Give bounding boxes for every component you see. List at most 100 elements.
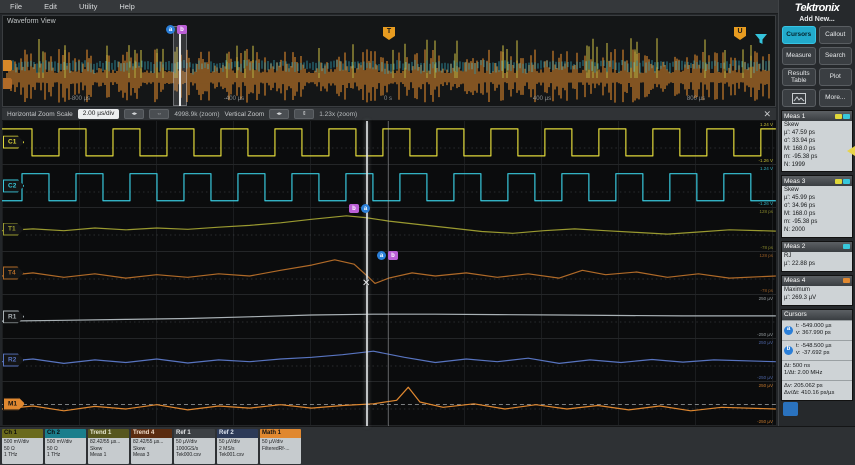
cursor-readout-values: Δt: 500 ns 1/Δt: 2.00 MHz <box>784 362 823 377</box>
tektronix-logo: Tektronix <box>794 2 840 14</box>
meas-panel-values: Maximum µ': 269.3 µV <box>782 285 852 305</box>
meas-panel-meas4[interactable]: Meas 4 Maximum µ': 269.3 µV <box>781 274 853 306</box>
scale-readout-bottom: -250 µV <box>757 331 773 337</box>
screenshot-button[interactable] <box>782 89 816 107</box>
badge-title: Trend 4 <box>131 429 172 438</box>
overview-left-handle-1[interactable] <box>3 60 12 71</box>
cursor-a-line[interactable] <box>366 121 368 426</box>
overview-cursor-line[interactable] <box>179 26 181 106</box>
meas-panel-title: Meas 2 <box>782 241 852 252</box>
sidebar-button-resultstable[interactable]: Results Table <box>782 68 816 86</box>
meas-panel-values: Skew µ': 47.59 ps σ': 33.94 ps M: 168.0 ps m… <box>782 121 852 172</box>
screenshot-icon <box>791 92 806 104</box>
h-zoom-scale-label: Horizontal Zoom Scale <box>7 110 73 118</box>
meas-panel-title: Meas 1 <box>782 111 852 121</box>
meas-panel-values: RJ µ': 22.88 ps <box>782 251 852 271</box>
cursor-b-badge[interactable]: b <box>349 204 359 213</box>
overview-left-handle-2[interactable] <box>3 78 12 89</box>
bottom-bar: Horizontal 200 µs/div Acquisition Single… <box>0 426 855 465</box>
sidebar-button-plot[interactable]: Plot <box>818 68 852 86</box>
meas-source-chips <box>843 278 850 284</box>
v-zoom-label: Vertical Zoom <box>224 110 265 118</box>
overview-axis-tick: -400 µs <box>223 96 245 102</box>
channel-badge-trend4[interactable]: Trend 4 82.42/55 µs... Skew Meas 3 <box>131 429 172 464</box>
right-sidebar: Tektronix Add New... Cursors Callout Measu… <box>778 0 855 426</box>
filter-funnel-icon[interactable] <box>755 34 767 45</box>
cursor-b-badge[interactable]: b <box>177 25 187 34</box>
channel-badge-math1[interactable]: Math 1 50 µV/div FilteredRf-... <box>260 429 301 464</box>
cursor-b-icon: b <box>784 345 793 355</box>
sidebar-button-cursors[interactable]: Cursors <box>782 26 816 44</box>
waveform-slice-r2: R2 250 µV -250 µV <box>2 338 776 383</box>
h-zoom-fit-button[interactable]: ⇔ <box>149 109 170 119</box>
cursors-panel-title: Cursors <box>782 309 852 320</box>
meas-panel-meas1[interactable]: Meas 1 Skew µ': 47.59 ps σ': 33.94 ps M: 168… <box>781 110 853 173</box>
cursor-a-badge[interactable]: a <box>361 204 370 213</box>
menu-item-help[interactable]: Help <box>119 2 134 11</box>
sidebar-button-callout[interactable]: Callout <box>818 26 852 44</box>
channel-badge-ch2[interactable]: Ch 2 500 mV/div 50 Ω1 THz <box>45 429 86 464</box>
menu-item-utility[interactable]: Utility <box>79 2 97 11</box>
meas-panel-meas3[interactable]: Meas 3 Skew µ': 45.99 ps σ': 34.96 ps M: 168… <box>781 175 853 238</box>
overview-cursor-badges[interactable]: a b <box>166 25 187 34</box>
cursor-a-badge[interactable]: a <box>377 251 386 260</box>
waveform-overview: Waveform View a b T U -800 µs -400 µs 0 s4… <box>2 15 776 107</box>
sidebar-button-measure[interactable]: Measure <box>782 47 816 65</box>
source-chip <box>843 113 850 119</box>
source-chip <box>843 244 850 250</box>
channel-badge-ref1[interactable]: Ref 1 50 µV/div 1000GS/s Tek000.csv <box>174 429 215 464</box>
h-zoom-step-button[interactable]: ◂▸ <box>124 109 145 119</box>
scale-readout-bottom: -250 µV <box>757 375 773 381</box>
cursor-b-line[interactable] <box>388 121 389 426</box>
badge-title: Ref 2 <box>217 429 258 438</box>
cursor-b-badge[interactable]: b <box>388 251 398 260</box>
overview-axis-tick: 800 µs <box>686 96 706 102</box>
channel-badge-ch1[interactable]: Ch 1 500 mV/div 50 Ω1 THz <box>2 429 43 464</box>
cursor-readout-values: t: -549.000 µs v: 367.990 ps <box>796 322 832 337</box>
channel-badge-trend1[interactable]: Trend 1 82.42/55 µs... Skew Meas 1 <box>88 429 129 464</box>
v-zoom-fit-button[interactable]: ⇕ <box>294 109 315 119</box>
badge-details: 500 mV/div 50 Ω1 THz <box>2 438 43 464</box>
cursor-readout-values: t: -548.500 µs v: -37.692 ps <box>796 342 832 357</box>
cursor-readout-row: a t: -549.000 µs v: 367.990 ps <box>782 319 852 340</box>
cursor-badge-pair-2[interactable]: a b <box>377 251 398 260</box>
cursor-a-badge[interactable]: a <box>166 25 175 34</box>
menu-item-edit[interactable]: Edit <box>44 2 57 11</box>
v-zoom-step-button[interactable]: ◂▸ <box>269 109 290 119</box>
cursor-readout-row: Δv: 205.062 ps Δv/Δt: 410.16 ps/µs <box>782 379 852 400</box>
meas-source-chips <box>843 244 850 250</box>
waveform-slice-c1: C1 1.24 V -1.26 V <box>2 121 776 165</box>
meas-source-chips <box>835 178 850 184</box>
sidebar-button-search[interactable]: Search <box>818 47 852 65</box>
scale-readout-bottom: -250 µV <box>757 419 773 425</box>
overview-axis-tick: 400 µs <box>532 96 552 102</box>
scale-readout-top: 1.24 V <box>759 122 773 127</box>
cursor-a-flag[interactable] <box>783 402 798 416</box>
cursor-a-icon: a <box>784 325 793 335</box>
meas-panel-values: Skew µ': 45.99 ps σ': 34.96 ps M: 168.0 ps m… <box>782 186 852 237</box>
cursor-readout-row: Δt: 500 ns 1/Δt: 2.00 MHz <box>782 359 852 380</box>
scale-readout-top: 128 ps <box>759 209 773 215</box>
meas-panel-title: Meas 3 <box>782 176 852 187</box>
overview-axis-tick: 0 s <box>383 96 393 102</box>
cursor-readout-row: b t: -548.500 µs v: -37.692 ps <box>782 339 852 360</box>
sidebar-button-more[interactable]: More... <box>818 89 852 107</box>
source-chip <box>835 113 842 119</box>
cursor-badge-pair-1[interactable]: b a <box>349 204 370 213</box>
cursor-readout-values: Δv: 205.062 ps Δv/Δt: 410.16 ps/µs <box>784 382 835 397</box>
cursor-intersection-marker[interactable]: ✕ <box>362 278 370 289</box>
channel-badge-ref2[interactable]: Ref 2 50 µV/div 2 MS/s Tek001.csv <box>217 429 258 464</box>
waveform-slice-t1: T1 128 ps -78 ps <box>2 208 776 252</box>
cursors-results-panel[interactable]: Cursors a t: -549.000 µs v: 367.990 ps b t: -… <box>781 308 853 401</box>
trigger-level-arrow[interactable] <box>847 146 855 156</box>
waveform-slice-m1: M1 250 µV -250 µV <box>2 382 776 427</box>
menu-item-file[interactable]: File <box>10 2 22 11</box>
zoom-close-icon[interactable]: ✕ <box>763 109 771 119</box>
badge-details: 50 µV/div 2 MS/s Tek001.csv <box>217 438 258 464</box>
h-zoom-readout: 4998.9k (zoom) <box>174 110 220 118</box>
scale-readout-top: 128 ps <box>759 252 773 258</box>
meas-panel-meas2[interactable]: Meas 2 RJ µ': 22.88 ps <box>781 240 853 272</box>
source-chip <box>843 278 850 284</box>
h-zoom-scale-field[interactable]: 2.00 µs/div <box>77 109 120 119</box>
badge-title: Ch 2 <box>45 429 86 438</box>
